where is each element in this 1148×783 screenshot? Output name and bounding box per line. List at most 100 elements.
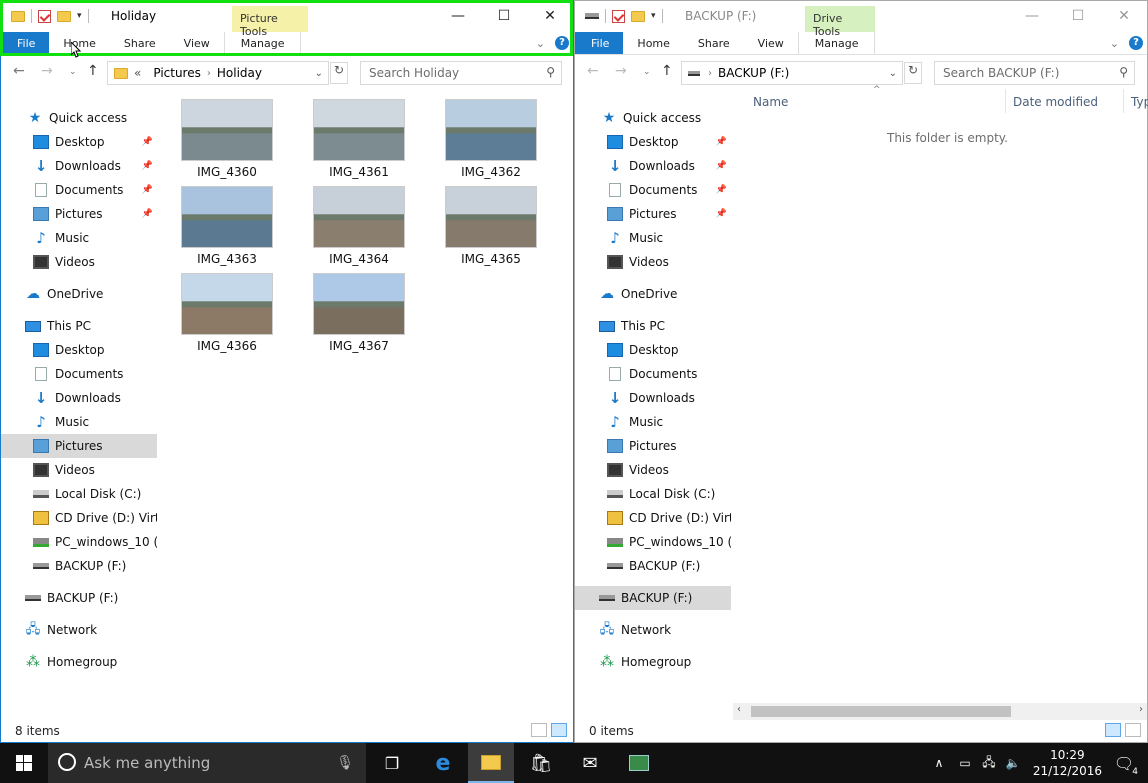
address-bar[interactable]: « Pictures › Holiday ⌄ [107,61,329,85]
expand-ribbon-icon[interactable]: ⌄ [1110,37,1119,50]
nav-onedrive[interactable]: ☁ OneDrive [25,282,157,306]
chevron-down-icon[interactable]: ⌄ [315,68,323,79]
task-view-icon[interactable]: ❐ [370,743,414,783]
nav-homegroup[interactable]: ⁂ Homegroup [25,650,157,674]
network-tray-icon[interactable]: 🖧 [978,743,1000,783]
file-thumbnail[interactable]: IMG_4360 [177,99,277,179]
nav-quick-music[interactable]: ♪ Music [33,226,157,250]
file-thumbnail[interactable]: IMG_4362 [441,99,541,179]
nav-quick-pictures[interactable]: Pictures 📌 [607,202,731,226]
up-arrow-icon[interactable]: ↑ [661,63,673,79]
edge-icon[interactable]: e [420,743,466,783]
nav-quick-desktop[interactable]: Desktop 📌 [607,130,731,154]
search-input[interactable]: Search Holiday ⚲ [360,61,562,85]
volume-icon[interactable]: 🔈 [1002,743,1024,783]
column-type[interactable]: Typ [1131,95,1148,109]
cortana-search-box[interactable]: Ask me anything 🎙 [48,743,366,783]
minimize-button[interactable]: — [1009,1,1055,31]
file-thumbnail[interactable]: IMG_4363 [177,186,277,266]
nav-pc-videos[interactable]: Videos [607,458,731,482]
nav-quick-pictures[interactable]: Pictures 📌 [33,202,157,226]
recent-locations-icon[interactable]: ⌄ [643,67,651,77]
nav-network-drive[interactable]: PC_windows_10 (\\v [607,530,731,554]
nav-pc-desktop[interactable]: Desktop [33,338,157,362]
breadcrumb-backup[interactable]: BACKUP (F:) [712,66,795,80]
properties-icon[interactable] [612,9,625,23]
nav-pc-videos[interactable]: Videos [33,458,157,482]
nav-pc-downloads[interactable]: ↓ Downloads [607,386,731,410]
file-thumbnail[interactable]: IMG_4365 [441,186,541,266]
nav-backup[interactable]: BACKUP (F:) [575,586,731,610]
nav-pc-backup[interactable]: BACKUP (F:) [607,554,731,578]
start-button[interactable] [0,743,48,783]
nav-network[interactable]: 🖧 Network [599,618,731,642]
tab-home[interactable]: Home [623,32,683,54]
nav-quick-documents[interactable]: Documents 📌 [607,178,731,202]
up-arrow-icon[interactable]: ↑ [87,63,99,79]
new-folder-icon[interactable] [631,10,645,22]
nav-this-pc[interactable]: This PC [599,314,731,338]
nav-quick-downloads[interactable]: ↓ Downloads 📌 [607,154,731,178]
nav-quick-desktop[interactable]: Desktop 📌 [33,130,157,154]
action-center-icon[interactable]: 🗨 4 [1100,743,1148,783]
nav-cd-drive[interactable]: CD Drive (D:) Virtua [33,506,157,530]
file-thumbnail[interactable]: IMG_4364 [309,186,409,266]
help-icon[interactable]: ? [1129,36,1143,50]
nav-quick-videos[interactable]: Videos [33,250,157,274]
large-icons-view-button[interactable] [1125,723,1141,737]
breadcrumb-holiday[interactable]: Holiday [211,66,268,80]
store-icon[interactable]: 🛍 [518,743,564,783]
forward-arrow-icon[interactable]: → [41,63,53,79]
refresh-icon[interactable]: ↻ [904,62,922,84]
file-thumbnail[interactable]: IMG_4361 [309,99,409,179]
usb-tray-icon[interactable]: ▭ [954,743,976,783]
horizontal-scrollbar[interactable]: ‹ › [733,703,1147,720]
nav-this-pc[interactable]: This PC [25,314,157,338]
customize-toolbar-icon[interactable]: ▾ [651,11,656,21]
nav-pc-music[interactable]: ♪ Music [607,410,731,434]
nav-homegroup[interactable]: ⁂ Homegroup [599,650,731,674]
breadcrumb-overflow[interactable]: « [128,66,147,80]
nav-cd-drive[interactable]: CD Drive (D:) Virtua [607,506,731,530]
column-date-modified[interactable]: Date modified [1013,95,1098,109]
chevron-up-icon[interactable]: ∧ [928,743,950,783]
scrollbar-thumb[interactable] [751,706,1011,717]
app-taskbar-button[interactable] [616,743,662,783]
file-thumbnail[interactable]: IMG_4367 [309,273,409,353]
nav-quick-access[interactable]: ★ Quick access [27,106,157,130]
large-icons-view-button[interactable] [551,723,567,737]
nav-pc-pictures[interactable]: Pictures [607,434,731,458]
nav-pc-music[interactable]: ♪ Music [33,410,157,434]
close-button[interactable]: ✕ [1101,1,1147,31]
recent-locations-icon[interactable]: ⌄ [69,67,77,77]
details-view-button[interactable] [531,723,547,737]
nav-network[interactable]: 🖧 Network [25,618,157,642]
details-view-button[interactable] [1105,723,1121,737]
maximize-button[interactable]: ☐ [1055,1,1101,31]
microphone-icon[interactable]: 🎙 [336,755,354,771]
refresh-icon[interactable]: ↻ [330,62,348,84]
scroll-left-icon[interactable]: ‹ [737,704,741,715]
nav-quick-documents[interactable]: Documents 📌 [33,178,157,202]
nav-pc-desktop[interactable]: Desktop [607,338,731,362]
nav-quick-music[interactable]: ♪ Music [607,226,731,250]
tab-manage[interactable]: Manage [797,32,876,54]
address-bar[interactable]: › BACKUP (F:) ⌄ [681,61,903,85]
nav-network-drive[interactable]: PC_windows_10 (\\v [33,530,157,554]
nav-backup[interactable]: BACKUP (F:) [25,586,157,610]
chevron-down-icon[interactable]: ⌄ [889,68,897,79]
column-name[interactable]: Name [753,95,788,109]
nav-local-disk[interactable]: Local Disk (C:) [33,482,157,506]
tab-file[interactable]: File [575,32,624,54]
file-thumbnail[interactable]: IMG_4366 [177,273,277,353]
nav-onedrive[interactable]: ☁ OneDrive [599,282,731,306]
search-input[interactable]: Search BACKUP (F:) ⚲ [934,61,1135,85]
nav-quick-downloads[interactable]: ↓ Downloads 📌 [33,154,157,178]
scroll-right-icon[interactable]: › [1139,704,1143,715]
breadcrumb-pictures[interactable]: Pictures [147,66,207,80]
nav-pc-documents[interactable]: Documents [33,362,157,386]
forward-arrow-icon[interactable]: → [615,63,627,79]
back-arrow-icon[interactable]: ← [13,63,25,79]
tab-share[interactable]: Share [684,32,744,54]
nav-pc-downloads[interactable]: ↓ Downloads [33,386,157,410]
